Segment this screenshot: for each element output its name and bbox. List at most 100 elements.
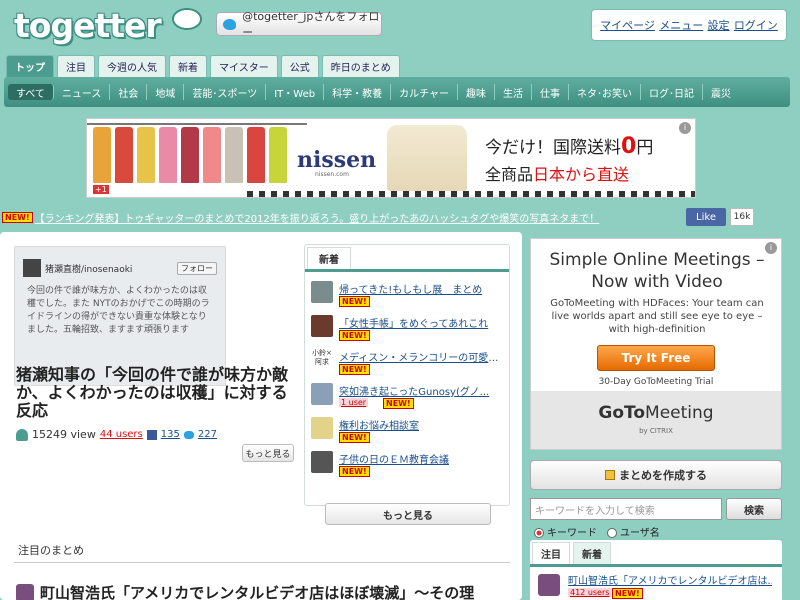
facebook-like-button[interactable]: Like: [686, 208, 726, 226]
list-item[interactable]: 帰ってきた!もしもし展 まとめ NEW!: [311, 279, 505, 311]
tab-new-box[interactable]: 新着: [307, 247, 351, 269]
search-button[interactable]: 検索: [726, 498, 782, 520]
hanger-rail: [87, 123, 307, 125]
facebook-icon: [146, 429, 157, 440]
featured-item[interactable]: 町山智浩氏「アメリカでレンタルビデオ店はほぼ壊滅」～その理: [16, 582, 512, 600]
category-hobby[interactable]: 趣味: [458, 84, 495, 100]
follow-label: @togetter_jpさんをフォロー: [242, 10, 380, 39]
tab-top[interactable]: トップ: [6, 55, 54, 77]
category-entertainment[interactable]: 芸能･スポーツ: [184, 84, 267, 100]
tab-new[interactable]: 新着: [169, 55, 207, 77]
togetter-logo[interactable]: togetter: [14, 6, 162, 45]
category-all[interactable]: すべて: [8, 84, 54, 100]
radio-username[interactable]: ユーザ名: [607, 524, 660, 539]
mypage-link[interactable]: マイページ: [600, 17, 655, 33]
cardigan-image: [93, 127, 111, 183]
ticker-link[interactable]: 【ランキング発表】トゥギャッターのまとめで2012年を振り返ろう。盛り上がったあ…: [35, 210, 600, 225]
login-link[interactable]: ログイン: [734, 17, 778, 33]
new-badge: NEW!: [612, 588, 643, 599]
list-item[interactable]: 子供の日のＥＭ教育会議 NEW!: [311, 449, 505, 481]
new-badge: NEW!: [339, 330, 370, 341]
settings-link[interactable]: 設定: [708, 17, 730, 33]
sidebar-list-panel: 注目 新着 町山智浩氏「アメリカでレンタルビデオ店は... 412 users …: [530, 540, 782, 600]
list-item[interactable]: 小鈴×阿求 メディスン・メランコリーの可愛い... NEW!: [311, 347, 505, 379]
tweet-header: 猪瀬直樹/inosenaoki フォロー: [23, 257, 217, 279]
section-title: 注目のまとめ: [18, 544, 84, 557]
ad-headline: Simple Online Meetings – Now with Video: [549, 250, 765, 292]
category-science[interactable]: 科学・教養: [324, 84, 392, 100]
tab-meister[interactable]: マイスター: [210, 55, 278, 77]
item-title[interactable]: 帰ってきた!もしもし展 まとめ: [339, 281, 505, 296]
citrix-label: by CITRIX: [639, 427, 673, 435]
nissen-banner-ad[interactable]: +1 nissen nissen.com 今だけ！国際送料0円 全商品日本から直…: [86, 118, 696, 198]
radio-keyword[interactable]: キーワード: [534, 524, 597, 539]
gplus-badge[interactable]: +1: [93, 185, 109, 194]
new-more-button[interactable]: もっと見る: [325, 503, 491, 525]
item-title[interactable]: 町山智浩氏「アメリカでレンタルビデオ店は...: [568, 572, 772, 587]
banner-subline: 全商品日本から直送: [485, 161, 629, 185]
ad-info-icon[interactable]: i: [679, 122, 691, 134]
category-society[interactable]: 社会: [110, 84, 148, 100]
item-title[interactable]: 権利お悩み相談室: [339, 417, 505, 432]
facebook-count[interactable]: 135: [161, 429, 180, 440]
try-it-free-button[interactable]: Try It Free: [597, 345, 715, 371]
twitter-bird-icon: [223, 18, 237, 30]
section-divider: [14, 562, 510, 563]
featured-item-title[interactable]: 町山智浩氏「アメリカでレンタルビデオ店はほぼ壊滅」～その理: [40, 582, 474, 600]
twitter-icon: [183, 430, 194, 439]
ad-info-icon[interactable]: i: [765, 242, 777, 254]
ad-description: GoToMeeting with HDFaces: Your team can …: [550, 298, 764, 335]
sidebar-tabs: 注目 新着: [532, 542, 611, 564]
category-it-web[interactable]: IT・Web: [266, 84, 325, 100]
item-title[interactable]: 子供の日のＥＭ教育会議: [339, 451, 505, 466]
banner-zero: 0: [621, 134, 637, 159]
ad-top: Simple Online Meetings – Now with Video …: [531, 239, 781, 389]
users-count[interactable]: 412 users: [568, 588, 612, 597]
view-count: 15249 view: [32, 428, 96, 441]
category-work[interactable]: 仕事: [532, 84, 569, 100]
category-news[interactable]: ニュース: [54, 84, 111, 100]
radio-button[interactable]: [607, 528, 617, 538]
tab-sidebar-featured[interactable]: 注目: [532, 542, 570, 564]
category-log-diary[interactable]: ログ･日記: [641, 84, 703, 100]
item-title[interactable]: 突如沸き起こったGunosy(グノ...: [339, 383, 505, 398]
create-summary-button[interactable]: まとめを作成する: [530, 460, 782, 490]
person-icon: [16, 428, 28, 441]
tab-underline: [305, 269, 509, 272]
new-badge: NEW!: [339, 432, 370, 443]
users-count[interactable]: 1 user: [339, 398, 369, 407]
banner-line2-red: 日本から直送: [533, 165, 630, 184]
list-item[interactable]: 権利お悩み相談室 NEW!: [311, 415, 505, 447]
item-title[interactable]: 「女性手帳」をめぐってあれこれ: [339, 315, 505, 330]
feature-more-button[interactable]: もっと見る: [242, 444, 294, 462]
cardigan-image: [137, 127, 155, 183]
tab-weekly-popular[interactable]: 今週の人気: [98, 55, 166, 77]
item-title[interactable]: メディスン・メランコリーの可愛い...: [339, 349, 505, 364]
category-culture[interactable]: カルチャー: [391, 84, 458, 100]
tab-featured[interactable]: 注目: [57, 55, 95, 77]
users-count[interactable]: 44 users: [100, 429, 143, 440]
list-item[interactable]: 「女性手帳」をめぐってあれこれ NEW!: [311, 313, 505, 345]
category-earthquake[interactable]: 震災: [703, 84, 739, 100]
list-item[interactable]: 突如沸き起こったGunosy(グノ... 1 user NEW!: [311, 381, 505, 413]
tab-yesterday[interactable]: 昨日のまとめ: [321, 55, 400, 77]
category-life[interactable]: 生活: [495, 84, 532, 100]
tab-sidebar-new[interactable]: 新着: [573, 542, 611, 564]
twitter-follow-button[interactable]: @togetter_jpさんをフォロー: [216, 10, 382, 39]
logo-goto: GoTo: [598, 403, 646, 423]
radio-keyword-label: キーワード: [547, 528, 597, 539]
ad-trial-text: 30-Day GoToMeeting Trial: [598, 377, 714, 387]
menu-link[interactable]: メニュー: [659, 17, 703, 33]
category-humor[interactable]: ネタ･お笑い: [569, 84, 641, 100]
search-input[interactable]: キーワードを入力して検索: [530, 498, 722, 520]
tweet-avatar: [23, 259, 41, 277]
tab-official[interactable]: 公式: [280, 55, 319, 77]
list-item[interactable]: 町山智浩氏「アメリカでレンタルビデオ店は... 412 users NEW!: [538, 572, 774, 600]
new-badge: NEW!: [339, 296, 370, 307]
feature-title[interactable]: 猪瀬知事の「今回の件で誰が味方か敵か、よくわかったのは収穫」に対する反応: [16, 366, 302, 420]
gotomeeting-ad[interactable]: Simple Online Meetings – Now with Video …: [530, 238, 782, 450]
cardigan-image: [269, 127, 287, 183]
category-region[interactable]: 地域: [147, 84, 185, 100]
twitter-count[interactable]: 227: [198, 429, 217, 440]
radio-button[interactable]: [534, 528, 544, 538]
